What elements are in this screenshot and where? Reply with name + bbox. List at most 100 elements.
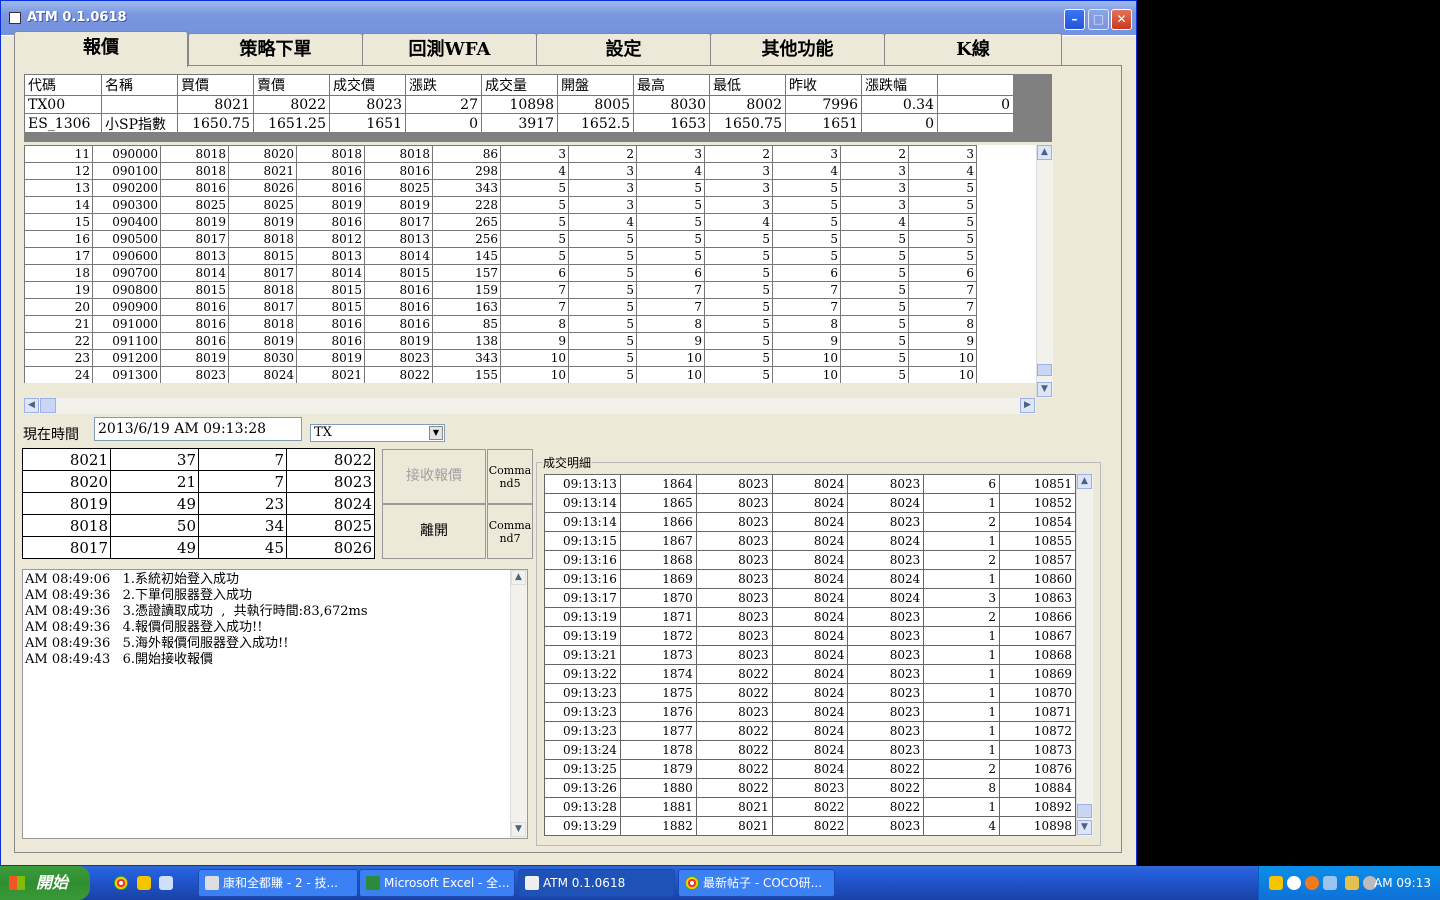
depth-cell[interactable]: 8026	[286, 536, 375, 559]
depth-cell[interactable]: 50	[110, 514, 199, 537]
depth-cell[interactable]: 37	[110, 448, 199, 471]
bar-cell[interactable]: 155	[432, 366, 501, 383]
warning-icon[interactable]	[137, 876, 151, 890]
bar-cell[interactable]: 8018	[160, 162, 229, 180]
trade-cell[interactable]: 1	[923, 702, 1001, 722]
trade-cell[interactable]: 8023	[847, 702, 925, 722]
bar-cell[interactable]: 8016	[160, 315, 229, 333]
bar-cell[interactable]: 8023	[364, 349, 433, 367]
trade-cell[interactable]: 8024	[771, 740, 849, 760]
bar-cell[interactable]: 8016	[296, 179, 365, 197]
scroll-thumb[interactable]	[1037, 364, 1052, 376]
bar-cell[interactable]: 10	[636, 349, 705, 367]
column-header[interactable]: 最低	[709, 74, 786, 96]
bar-cell[interactable]: 090000	[92, 145, 161, 163]
bar-cell[interactable]: 5	[636, 179, 705, 197]
trade-cell[interactable]: 10867	[999, 626, 1076, 646]
tab-other-functions[interactable]: 其他功能	[710, 33, 885, 65]
bar-cell[interactable]: 265	[432, 213, 501, 231]
bar-cell[interactable]: 5	[704, 366, 773, 383]
bar-cell[interactable]: 86	[432, 145, 501, 163]
quote-cell[interactable]: 7996	[785, 95, 862, 114]
bar-cell[interactable]: 7	[500, 281, 569, 299]
trade-cell[interactable]: 8024	[771, 759, 849, 779]
bar-cell[interactable]: 8018	[364, 145, 433, 163]
scroll-thumb[interactable]	[1077, 804, 1092, 818]
bar-cell[interactable]: 4	[908, 162, 977, 180]
trade-cell[interactable]: 09:13:14	[544, 512, 621, 532]
taskbar-item[interactable]: 最新帖子 - COCO研...	[678, 869, 835, 897]
trade-cell[interactable]: 8023	[695, 512, 773, 532]
bar-cell[interactable]: 8019	[296, 349, 365, 367]
bar-cell[interactable]: 8024	[228, 366, 297, 383]
bar-cell[interactable]: 159	[432, 281, 501, 299]
trade-cell[interactable]: 8023	[695, 626, 773, 646]
bar-cell[interactable]: 5	[636, 213, 705, 231]
bar-cell[interactable]: 5	[704, 281, 773, 299]
bar-cell[interactable]: 091000	[92, 315, 161, 333]
trade-cell[interactable]: 1880	[619, 778, 697, 798]
bar-cell[interactable]: 8016	[364, 162, 433, 180]
bar-cell[interactable]: 5	[772, 179, 841, 197]
trade-cell[interactable]: 8024	[847, 588, 925, 608]
bar-cell[interactable]: 157	[432, 264, 501, 282]
tab-quote[interactable]: 報價	[14, 31, 188, 67]
quicklaunch-icon[interactable]	[159, 876, 173, 890]
bars-grid[interactable]: 11 090000 8018 8020 8018 8018 86 3 2 3 2 3 2 3 12 09010…	[24, 145, 1036, 383]
bar-cell[interactable]: 090300	[92, 196, 161, 214]
close-button[interactable]: ✕	[1111, 9, 1132, 30]
trade-cell[interactable]: 8024	[771, 683, 849, 703]
bar-cell[interactable]: 85	[432, 315, 501, 333]
trade-cell[interactable]: 1	[923, 683, 1001, 703]
trade-cell[interactable]: 1	[923, 664, 1001, 684]
depth-cell[interactable]: 8020	[22, 470, 111, 493]
bar-cell[interactable]: 5	[636, 247, 705, 265]
bar-cell[interactable]: 9	[908, 332, 977, 350]
trade-cell[interactable]: 1	[923, 569, 1001, 589]
column-header[interactable]	[937, 74, 1014, 96]
bar-cell[interactable]: 3	[840, 179, 909, 197]
bar-cell[interactable]: 8017	[228, 264, 297, 282]
trade-cell[interactable]: 8024	[771, 664, 849, 684]
bar-cell[interactable]: 343	[432, 179, 501, 197]
scroll-down-icon[interactable]: ▼	[1037, 382, 1052, 397]
bar-cell[interactable]: 3	[500, 145, 569, 163]
trade-cell[interactable]: 8024	[847, 569, 925, 589]
trade-cell[interactable]: 1875	[619, 683, 697, 703]
bar-cell[interactable]: 5	[772, 247, 841, 265]
trade-cell[interactable]: 1869	[619, 569, 697, 589]
trade-cell[interactable]: 1	[923, 493, 1001, 513]
trade-cell[interactable]: 1	[923, 740, 1001, 760]
bar-cell[interactable]: 8021	[296, 366, 365, 383]
trade-cell[interactable]: 2	[923, 512, 1001, 532]
bar-cell[interactable]: 3	[772, 145, 841, 163]
bar-cell[interactable]: 8025	[364, 179, 433, 197]
network-icon[interactable]	[1323, 876, 1337, 890]
trade-cell[interactable]: 8023	[695, 569, 773, 589]
bar-cell[interactable]: 8016	[364, 315, 433, 333]
bar-cell[interactable]: 8018	[228, 315, 297, 333]
bar-cell[interactable]: 5	[908, 247, 977, 265]
trade-cell[interactable]: 10884	[999, 778, 1076, 798]
trade-cell[interactable]: 8022	[695, 683, 773, 703]
taskbar-item[interactable]: 康和全都賺 - 2 - 技...	[198, 869, 358, 897]
bar-cell[interactable]: 8014	[296, 264, 365, 282]
quote-cell[interactable]: 8002	[709, 95, 786, 114]
quote-cell[interactable]: 8005	[557, 95, 634, 114]
bar-cell[interactable]: 11	[24, 145, 93, 163]
scroll-up-icon[interactable]: ▲	[1077, 474, 1092, 489]
trade-cell[interactable]: 10870	[999, 683, 1076, 703]
trade-cell[interactable]: 8024	[771, 493, 849, 513]
bar-cell[interactable]: 7	[636, 281, 705, 299]
receive-quote-button[interactable]: 接收報價	[382, 449, 486, 504]
bar-cell[interactable]: 3	[704, 179, 773, 197]
bar-cell[interactable]: 5	[840, 230, 909, 248]
bar-cell[interactable]: 5	[840, 315, 909, 333]
trade-cell[interactable]: 1864	[619, 474, 697, 494]
depth-cell[interactable]: 8021	[22, 448, 111, 471]
quote-cell[interactable]: 10898	[481, 95, 558, 114]
tray-icon[interactable]	[1269, 876, 1283, 890]
trade-cell[interactable]: 10855	[999, 531, 1076, 551]
trade-cell[interactable]: 09:13:23	[544, 683, 621, 703]
minimize-button[interactable]: –	[1064, 9, 1085, 30]
